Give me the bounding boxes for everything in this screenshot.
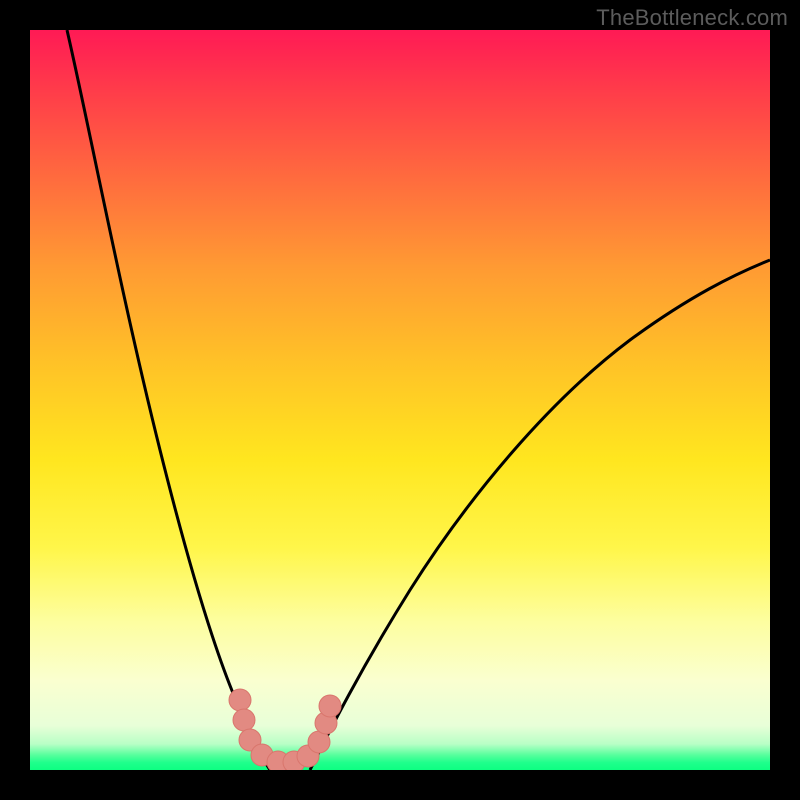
left-curve — [67, 30, 270, 770]
plot-area — [30, 30, 770, 770]
right-curve — [310, 260, 770, 770]
watermark-text: TheBottleneck.com — [596, 5, 788, 31]
curve-layer — [30, 30, 770, 770]
marker-cluster — [229, 689, 341, 770]
chart-container: TheBottleneck.com — [0, 0, 800, 800]
